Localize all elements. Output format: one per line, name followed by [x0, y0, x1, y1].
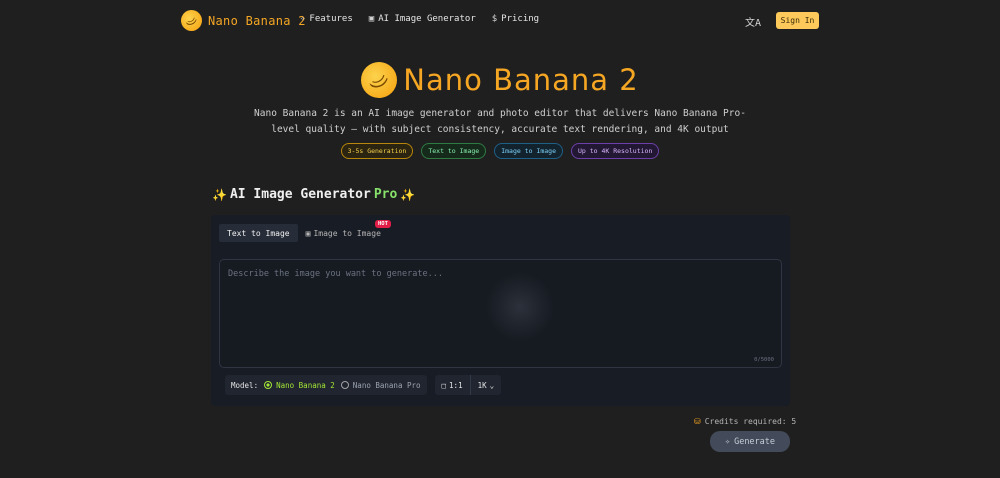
prompt-input[interactable]	[220, 260, 781, 367]
generation-options: Model: Nano Banana 2 Nano Banana Pro □ 1…	[225, 375, 502, 395]
model-option-label: Nano Banana 2	[276, 380, 335, 390]
tab-image-to-image[interactable]: ▣ Image to Image HOT	[298, 220, 391, 242]
model-option-label: Nano Banana Pro	[352, 380, 421, 390]
nav-links: ✧ Features ▣ AI Image Generator $ Pricin…	[300, 14, 539, 24]
nav-link-features[interactable]: ✧ Features	[300, 14, 353, 24]
sparkles-icon: ✧	[724, 436, 731, 447]
pill-4k-resolution: Up to 4K Resolution	[571, 143, 660, 159]
output-settings: □ 1:1 1K ⌄	[434, 375, 502, 395]
tab-label: Text to Image	[227, 228, 290, 238]
resolution-select[interactable]: 1K ⌄	[469, 375, 502, 395]
aspect-ratio-select[interactable]: □ 1:1	[435, 375, 470, 395]
banana-logo-icon	[181, 10, 202, 31]
nav-link-ai-image-generator[interactable]: ▣ AI Image Generator	[369, 14, 476, 24]
prompt-box: 0/5000	[219, 259, 782, 368]
radio-selected-icon	[264, 381, 273, 389]
coins-icon: ⛁	[694, 417, 701, 426]
image-icon: ▣	[368, 14, 375, 24]
dollar-icon: $	[491, 14, 498, 24]
mode-tabs: Text to Image ▣ Image to Image HOT	[219, 220, 391, 242]
sparkles-icon: ✨	[212, 187, 227, 202]
banana-logo-icon	[361, 62, 398, 98]
radio-unselected-icon	[340, 381, 349, 389]
chevron-down-icon: ⌄	[489, 380, 495, 390]
hot-badge: HOT	[374, 220, 391, 228]
credits-info: ⛁ Credits required: 5	[694, 417, 796, 426]
character-counter: 0/5000	[754, 357, 774, 363]
square-icon: □	[441, 380, 447, 390]
feature-pills: 3-5s Generation Text to Image Image to I…	[0, 143, 1000, 159]
tab-text-to-image[interactable]: Text to Image	[219, 224, 298, 242]
pill-text-to-image: Text to Image	[421, 143, 487, 159]
resolution-value: 1K	[477, 380, 487, 390]
sparkles-icon: ✧	[300, 14, 306, 24]
generator-panel: Text to Image ▣ Image to Image HOT 0/500…	[211, 215, 790, 406]
generate-button[interactable]: ✧ Generate	[710, 431, 790, 452]
model-selector: Model: Nano Banana 2 Nano Banana Pro	[225, 375, 427, 395]
translate-icon[interactable]: 文A	[745, 14, 761, 29]
credits-text: Credits required: 5	[704, 417, 797, 426]
image-icon: ▣	[305, 228, 311, 238]
sign-in-button[interactable]: Sign In	[776, 12, 819, 29]
nav-link-label: Pricing	[501, 14, 540, 24]
nav-link-label: Features	[309, 14, 353, 24]
hero-title: Nano Banana 2	[403, 63, 639, 97]
hero-subtitle: Nano Banana 2 is an AI image generator a…	[254, 108, 746, 135]
model-option-nano-banana-pro[interactable]: Nano Banana Pro	[340, 380, 421, 390]
brand-link[interactable]: Nano Banana 2	[181, 10, 306, 31]
tab-label: Image to Image	[313, 228, 381, 238]
sparkles-icon: ✨	[400, 187, 416, 202]
pill-generation-speed: 3-5s Generation	[340, 143, 414, 159]
generator-title-text: AI Image Generator	[229, 187, 371, 202]
model-option-nano-banana-2[interactable]: Nano Banana 2	[264, 381, 335, 390]
hero-heading: Nano Banana 2	[0, 62, 1000, 98]
brand-name: Nano Banana 2	[208, 13, 306, 28]
generate-label: Generate	[734, 436, 776, 447]
model-label: Model:	[231, 380, 259, 390]
top-nav: Nano Banana 2 ✧ Features ▣ AI Image Gene…	[0, 0, 1000, 42]
pill-image-to-image: Image to Image	[494, 143, 563, 159]
nav-link-pricing[interactable]: $ Pricing	[492, 14, 539, 24]
aspect-ratio-value: 1:1	[449, 380, 463, 390]
generator-title-pro: Pro	[373, 187, 398, 202]
nav-link-label: AI Image Generator	[378, 14, 476, 24]
generator-title: ✨ AI Image Generator Pro ✨	[212, 187, 415, 202]
